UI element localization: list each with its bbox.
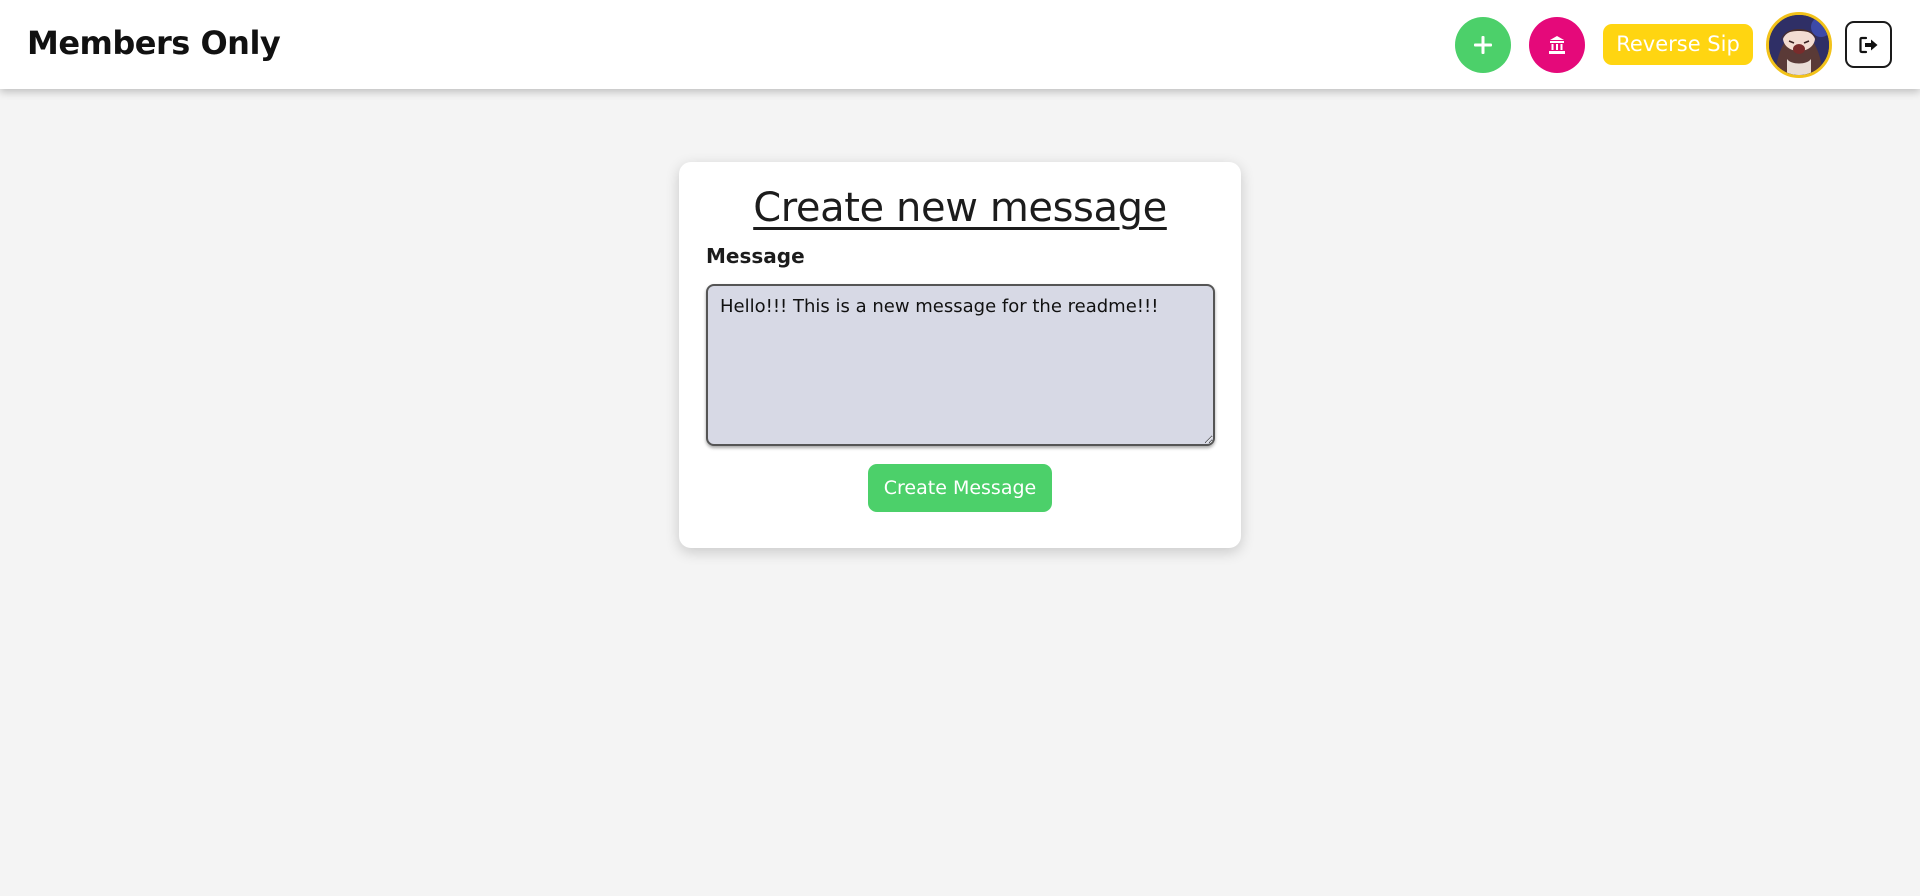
membership-button[interactable] [1529,17,1585,73]
top-navbar: Members Only Reverse Sip [0,0,1920,89]
plus-icon [1474,36,1492,54]
new-message-button[interactable] [1455,17,1511,73]
app-title[interactable]: Members Only [27,20,281,66]
avatar[interactable] [1766,12,1832,78]
message-label: Message [706,244,805,268]
temple-icon [1549,36,1565,54]
create-message-button[interactable]: Create Message [868,464,1052,512]
reverse-sip-button[interactable]: Reverse Sip [1603,24,1753,65]
message-textarea[interactable]: Hello!!! This is a new message for the r… [706,284,1215,446]
logout-button[interactable] [1845,21,1892,68]
user-avatar-image [1769,15,1829,75]
page-title: Create new message [753,185,1167,231]
create-message-form: Create new message Message Hello!!! This… [679,162,1241,548]
sign-out-icon [1858,36,1877,53]
